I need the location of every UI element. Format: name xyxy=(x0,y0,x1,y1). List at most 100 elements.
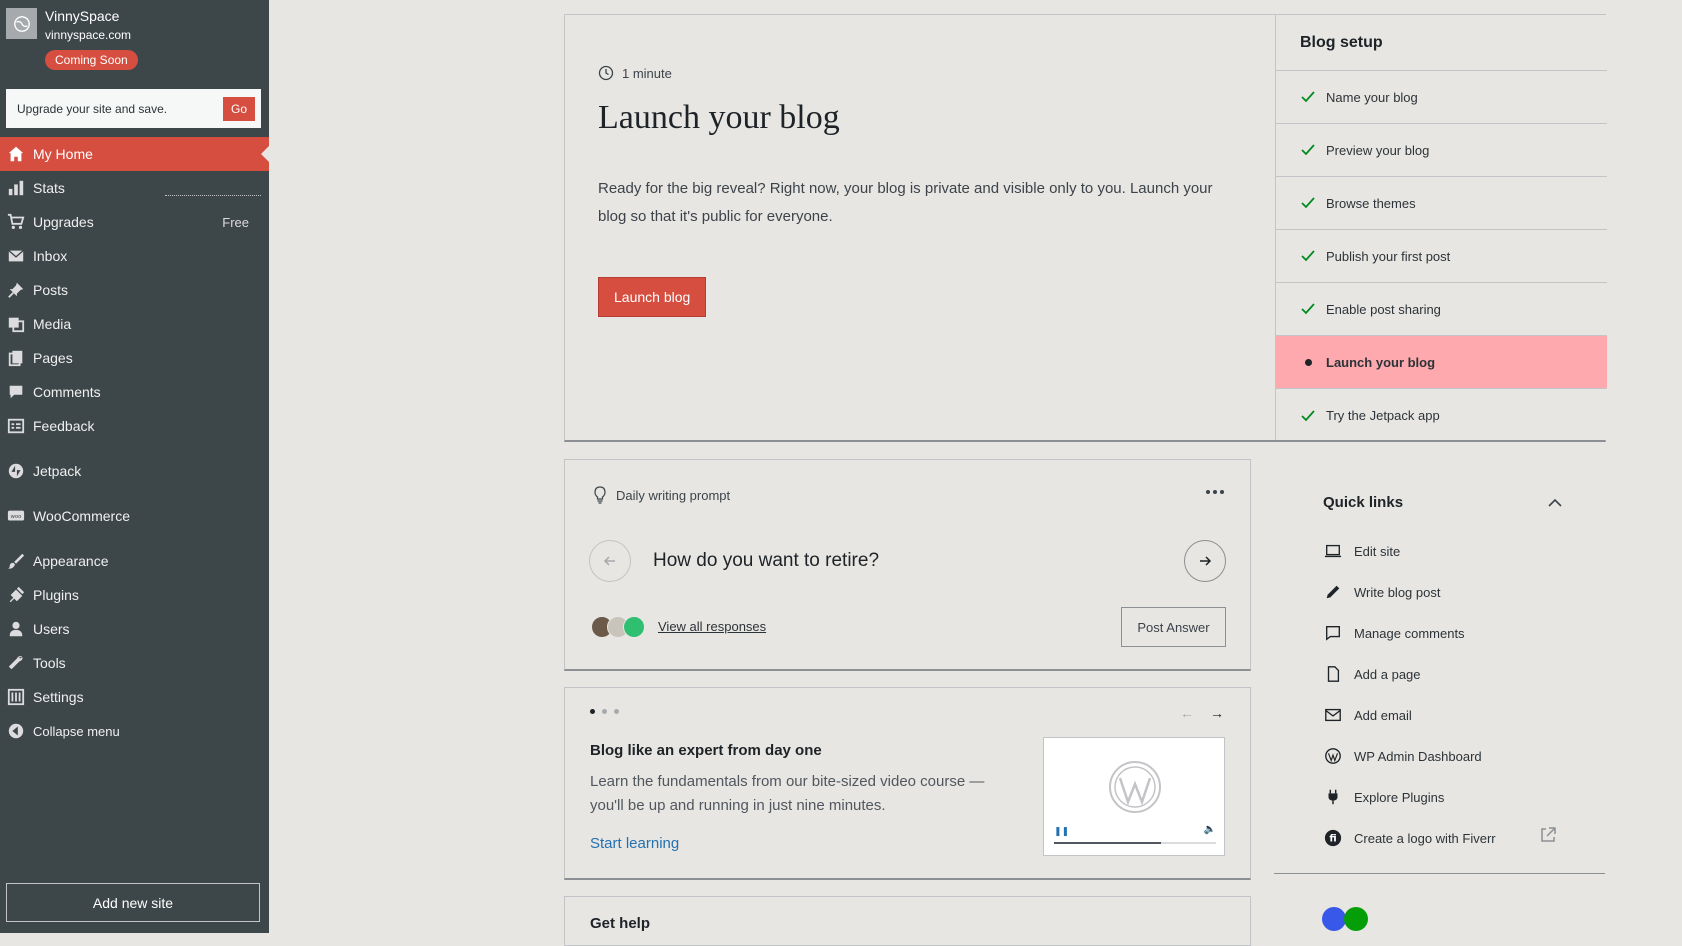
task-name-blog[interactable]: Name your blog xyxy=(1276,71,1607,124)
quick-link-add-email[interactable]: Add email xyxy=(1323,700,1412,730)
pause-icon[interactable]: ❚❚ xyxy=(1054,826,1069,837)
task-label: Launch your blog xyxy=(1326,354,1436,370)
sidebar-item-inbox[interactable]: Inbox xyxy=(0,239,269,273)
task-try-jetpack-app[interactable]: Try the Jetpack app xyxy=(1276,389,1607,442)
collapse-menu-button[interactable]: Collapse menu xyxy=(0,714,269,748)
quick-link-explore-plugins[interactable]: Explore Plugins xyxy=(1323,782,1444,812)
sidebar-item-plugins[interactable]: Plugins xyxy=(0,578,269,612)
sidebar-item-jetpack[interactable]: Jetpack xyxy=(0,454,269,488)
quick-link-label: Add a page xyxy=(1354,666,1421,682)
more-options-icon[interactable] xyxy=(1206,490,1224,494)
task-label: Publish your first post xyxy=(1326,248,1451,264)
check-icon xyxy=(1300,195,1316,211)
stats-sparkline xyxy=(165,195,261,196)
upgrade-go-button[interactable]: Go xyxy=(222,96,255,121)
status-badge: Coming Soon xyxy=(45,50,138,70)
task-browse-themes[interactable]: Browse themes xyxy=(1276,177,1607,230)
svg-text:woo: woo xyxy=(11,514,22,520)
carousel-dot[interactable] xyxy=(590,709,595,714)
wordpress-app-icon[interactable] xyxy=(1322,907,1346,931)
help-title: Get help xyxy=(590,915,651,932)
previous-prompt-button[interactable] xyxy=(589,540,631,582)
quick-link-label: Manage comments xyxy=(1354,625,1465,641)
task-preview-blog[interactable]: Preview your blog xyxy=(1276,124,1607,177)
sidebar-item-users[interactable]: Users xyxy=(0,612,269,646)
sidebar-item-media[interactable]: Media xyxy=(0,307,269,341)
quick-link-edit-site[interactable]: Edit site xyxy=(1323,536,1400,566)
upgrades-badge: Free xyxy=(222,214,249,230)
pin-icon xyxy=(6,280,26,300)
sidebar-item-upgrades[interactable]: Upgrades Free xyxy=(0,205,269,239)
next-prompt-button[interactable] xyxy=(1184,540,1226,582)
task-launch-blog[interactable]: Launch your blog xyxy=(1276,336,1607,389)
chevron-up-icon[interactable] xyxy=(1547,495,1563,511)
launch-blog-button[interactable]: Launch blog xyxy=(598,277,707,317)
sidebar-item-feedback[interactable]: Feedback xyxy=(0,409,269,443)
arrow-right-icon[interactable]: → xyxy=(1210,705,1224,721)
site-url[interactable]: vinnyspace.com xyxy=(45,28,131,42)
jetpack-app-icon[interactable] xyxy=(1344,907,1368,931)
woo-icon: woo xyxy=(6,506,26,526)
start-learning-link[interactable]: Start learning xyxy=(590,835,679,852)
site-header[interactable]: VinnySpace vinnyspace.com Coming Soon xyxy=(6,8,266,70)
responder-avatars xyxy=(591,616,645,638)
brush-icon xyxy=(6,551,26,571)
carousel-dot[interactable] xyxy=(614,709,619,714)
plug-icon xyxy=(6,585,26,605)
quick-link-wp-admin[interactable]: WP Admin Dashboard xyxy=(1323,741,1482,771)
task-enable-post-sharing[interactable]: Enable post sharing xyxy=(1276,283,1607,336)
quick-link-manage-comments[interactable]: Manage comments xyxy=(1323,618,1465,648)
quick-link-label: Create a logo with Fiverr xyxy=(1354,830,1496,846)
quick-links-panel: Quick links Edit site Write blog post Ma… xyxy=(1274,459,1605,874)
quick-link-write-blog-post[interactable]: Write blog post xyxy=(1323,577,1440,607)
volume-icon[interactable]: 🔈 xyxy=(1204,824,1216,835)
upgrade-nudge[interactable]: Upgrade your site and save. Go xyxy=(6,89,261,128)
media-icon xyxy=(6,314,26,334)
sidebar-item-posts[interactable]: Posts xyxy=(0,273,269,307)
site-icon xyxy=(6,8,37,39)
sidebar-item-stats[interactable]: Stats xyxy=(0,171,269,205)
quick-link-fiverr-logo[interactable]: fi Create a logo with Fiverr xyxy=(1323,823,1496,853)
sidebar-item-label: Plugins xyxy=(33,587,79,603)
carousel-dot[interactable] xyxy=(602,709,607,714)
sidebar-item-label: WooCommerce xyxy=(33,508,130,524)
view-all-responses-link[interactable]: View all responses xyxy=(658,619,766,634)
video-progress-bar[interactable] xyxy=(1054,842,1216,844)
task-publish-first-post[interactable]: Publish your first post xyxy=(1276,230,1607,283)
add-new-site-button[interactable]: Add new site xyxy=(6,883,260,922)
sidebar-item-appearance[interactable]: Appearance xyxy=(0,544,269,578)
writing-prompt-card: Daily writing prompt How do you want to … xyxy=(564,459,1251,671)
user-icon xyxy=(6,619,26,639)
video-player[interactable]: ❚❚ 🔈 xyxy=(1043,737,1225,856)
laptop-icon xyxy=(1323,541,1343,561)
svg-text:fi: fi xyxy=(1329,834,1336,845)
sidebar-item-label: Posts xyxy=(33,282,69,298)
home-icon xyxy=(6,144,26,164)
stats-icon xyxy=(6,178,26,198)
task-label: Name your blog xyxy=(1326,89,1418,105)
post-answer-button[interactable]: Post Answer xyxy=(1121,607,1226,647)
sidebar-item-woocommerce[interactable]: woo WooCommerce xyxy=(0,499,269,533)
upgrade-text: Upgrade your site and save. xyxy=(17,101,168,116)
plug-icon xyxy=(1323,787,1343,807)
sidebar-item-comments[interactable]: Comments xyxy=(0,375,269,409)
video-progress-fill xyxy=(1054,842,1161,844)
sidebar-item-label: Upgrades xyxy=(33,214,94,230)
external-link-icon[interactable] xyxy=(1539,826,1557,844)
feedback-icon xyxy=(6,416,26,436)
prompt-question: How do you want to retire? xyxy=(653,550,880,571)
time-estimate: 1 minute xyxy=(598,65,672,81)
launch-title: Launch your blog xyxy=(598,99,840,136)
sidebar-item-pages[interactable]: Pages xyxy=(0,341,269,375)
sidebar-item-my-home[interactable]: My Home xyxy=(0,137,269,171)
settings-icon xyxy=(6,687,26,707)
quick-link-add-page[interactable]: Add a page xyxy=(1323,659,1421,689)
sidebar-item-label: Collapse menu xyxy=(33,723,120,739)
sidebar-item-label: My Home xyxy=(33,146,93,162)
sidebar-item-tools[interactable]: Tools xyxy=(0,646,269,680)
arrow-left-icon[interactable]: ← xyxy=(1180,705,1194,721)
arrow-left-icon xyxy=(603,556,615,566)
launch-description: Ready for the big reveal? Right now, you… xyxy=(598,180,1213,225)
sidebar-item-label: Users xyxy=(33,621,70,637)
sidebar-item-settings[interactable]: Settings xyxy=(0,680,269,714)
